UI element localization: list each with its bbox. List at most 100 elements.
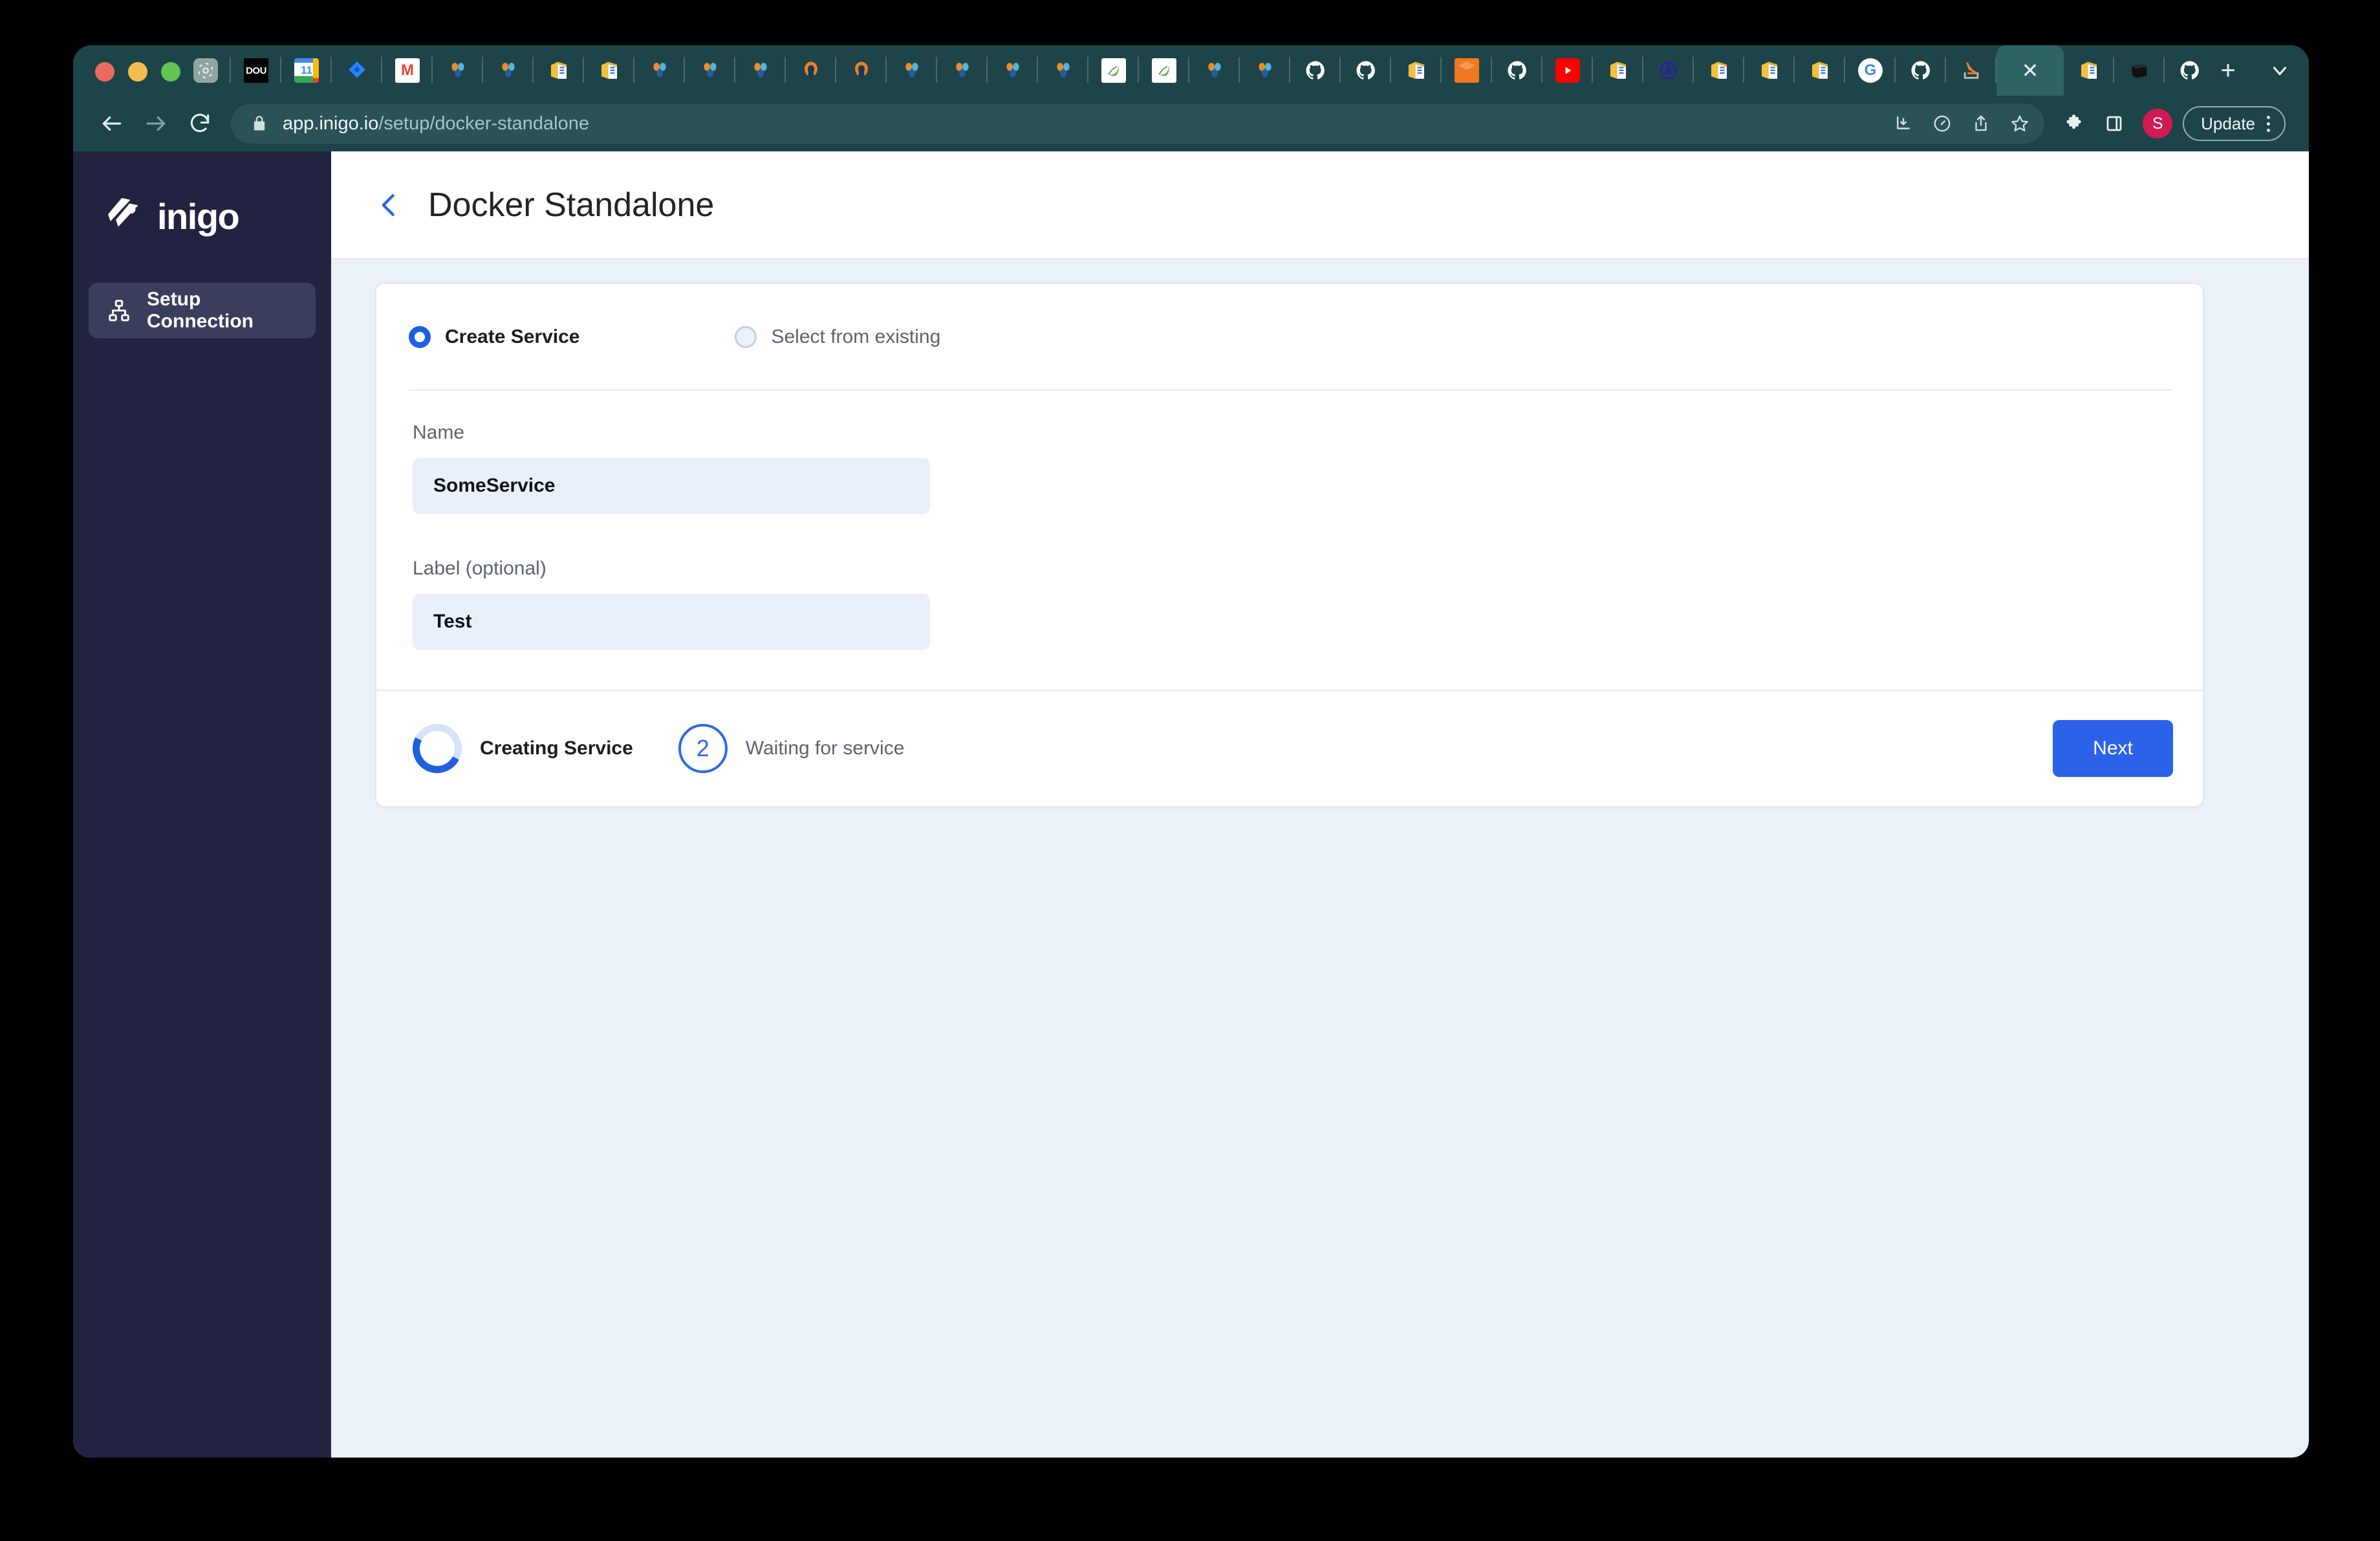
update-button-label: Update — [2201, 113, 2255, 133]
browser-tab[interactable]: ✕ — [1492, 45, 1542, 96]
grafana-icon — [446, 58, 470, 83]
minimize-window-button[interactable] — [128, 62, 147, 82]
grafana-icon — [698, 58, 722, 83]
browser-tab[interactable]: ✕ — [685, 45, 735, 96]
browser-tab[interactable]: ✕ — [1694, 45, 1744, 96]
step-creating-service: Creating Service — [406, 717, 633, 780]
browser-tab[interactable]: DOU✕ — [231, 45, 281, 96]
page-title: Docker Standalone — [428, 186, 715, 224]
browser-tab[interactable]: ✕ — [1088, 45, 1139, 96]
browser-tab[interactable]: ✕ — [1946, 45, 1996, 96]
bookmark-star-icon[interactable] — [2002, 105, 2038, 142]
sidebar-item-label: Setup Connection — [147, 289, 254, 332]
browser-tab[interactable]: ✕ — [1290, 45, 1341, 96]
main-content: Docker Standalone Create Service Select — [331, 151, 2309, 1458]
leaf-icon — [1152, 58, 1176, 83]
browser-tab[interactable]: ✕ — [433, 45, 483, 96]
browser-tab[interactable]: ✕ — [937, 45, 988, 96]
browser-tab[interactable]: ✕ — [1896, 45, 1946, 96]
grafana-icon — [748, 58, 773, 83]
browser-tab[interactable]: ✕ — [483, 45, 534, 96]
new-tab-button[interactable]: + — [2205, 45, 2251, 96]
browser-tab[interactable]: ✕ — [1643, 45, 1694, 96]
radio-indicator-unselected[interactable] — [735, 326, 757, 348]
browser-tab[interactable]: ✕ — [1391, 45, 1442, 96]
browser-tab[interactable]: ✕ — [1795, 45, 1845, 96]
browser-tab[interactable]: ✕ — [2064, 45, 2114, 96]
name-input[interactable] — [413, 458, 930, 514]
forward-arrow-icon[interactable] — [134, 102, 178, 146]
install-app-icon[interactable] — [1885, 105, 1921, 142]
browser-menu-icon[interactable] — [2263, 115, 2274, 132]
browser-tab[interactable]: G✕ — [1845, 45, 1896, 96]
browser-tab[interactable]: ✕ — [988, 45, 1038, 96]
inigo-logo-mark-icon — [105, 197, 146, 237]
box-icon — [1757, 58, 1782, 83]
browser-tab[interactable]: ✕ — [1139, 45, 1189, 96]
url-host: app.inigo.io — [283, 113, 379, 134]
page-body: Create Service Select from existing Name — [331, 259, 2309, 1458]
app-sidebar: inigo Setup Connection — [73, 151, 331, 1458]
box-icon — [2077, 58, 2101, 83]
label-input[interactable] — [413, 594, 930, 650]
tab-list: ✕DOU✕11✕✕M✕✕✕✕✕✕✕✕✕✕✕✕✕✕✕✕✕✕✕✕✕✕✕✕✕✕✕✕✕G… — [180, 45, 2205, 96]
extensions-puzzle-icon[interactable] — [2056, 105, 2092, 142]
tab-search-chevron-down-icon[interactable] — [2251, 45, 2309, 96]
box-icon — [546, 58, 571, 83]
browser-tab[interactable]: ✕ — [180, 45, 231, 96]
maximize-window-button[interactable] — [161, 62, 180, 82]
browser-tab[interactable]: 11✕ — [281, 45, 332, 96]
browser-tab[interactable]: ✕ — [534, 45, 584, 96]
sitemap-icon — [107, 298, 131, 323]
service-mode-radio-group: Create Service Select from existing — [376, 314, 2203, 360]
sidebar-item-setup-connection[interactable]: Setup Connection — [89, 283, 316, 338]
browser-tab[interactable]: ✕ — [836, 45, 887, 96]
radio-option-select-existing[interactable]: Select from existing — [735, 326, 940, 348]
browser-tab[interactable]: ✕ — [1341, 45, 1391, 96]
back-arrow-icon[interactable] — [90, 102, 134, 146]
grafana-icon — [900, 58, 924, 83]
page-viewport: inigo Setup Connection Docker Standalone… — [73, 151, 2309, 1458]
browser-tab[interactable]: ✕ — [735, 45, 786, 96]
browser-tab[interactable]: ✕ — [1542, 45, 1593, 96]
dou-icon: DOU — [244, 58, 268, 83]
address-bar[interactable]: app.inigo.io/setup/docker-standalone — [231, 104, 2045, 144]
next-button[interactable]: Next — [2053, 720, 2173, 777]
browser-tab[interactable]: ✕ — [1038, 45, 1088, 96]
browser-tab[interactable]: ✕ — [332, 45, 382, 96]
atlas-icon — [1656, 58, 1681, 83]
inigo-logo[interactable]: inigo — [89, 151, 316, 237]
reload-icon[interactable] — [178, 102, 222, 146]
chevron-left-icon[interactable] — [375, 191, 404, 219]
box-icon — [1606, 58, 1630, 83]
browser-tab[interactable]: ✕ — [1744, 45, 1795, 96]
browser-tab[interactable]: ✕ — [1593, 45, 1643, 96]
browser-tab[interactable]: ✕ — [1442, 45, 1492, 96]
performance-gauge-icon[interactable] — [1924, 105, 1960, 142]
share-icon[interactable] — [1963, 105, 1999, 142]
browser-tab[interactable]: ✕ — [887, 45, 937, 96]
browser-tab[interactable]: ✕ — [634, 45, 685, 96]
browser-tab[interactable]: ✕ — [2165, 45, 2205, 96]
close-window-button[interactable] — [95, 62, 114, 82]
side-panel-icon[interactable] — [2096, 105, 2132, 142]
grafana-icon — [1202, 58, 1227, 83]
close-tab-icon[interactable]: ✕ — [2022, 60, 2039, 81]
browser-tab[interactable]: ✕ — [1189, 45, 1240, 96]
browser-toolbar: app.inigo.io/setup/docker-standalone S U… — [73, 96, 2309, 151]
browser-tab[interactable]: ✕ — [584, 45, 634, 96]
step-number-badge: 2 — [678, 724, 728, 773]
grafana-icon — [1253, 58, 1277, 83]
browser-tab[interactable]: ✕ — [2114, 45, 2165, 96]
profile-avatar[interactable]: S — [2143, 109, 2173, 138]
update-button[interactable]: Update — [2183, 106, 2286, 141]
step-label-waiting-for-service: Waiting for service — [745, 738, 905, 759]
card-top: Create Service Select from existing Name — [376, 284, 2203, 690]
browser-tab[interactable]: ✕ — [1240, 45, 1290, 96]
browser-tab[interactable]: ✕ — [786, 45, 836, 96]
box-icon — [1808, 58, 1832, 83]
radio-option-create-service[interactable]: Create Service — [409, 326, 579, 348]
radio-indicator-selected[interactable] — [409, 326, 431, 348]
browser-tab-active[interactable]: ✕ — [1996, 45, 2064, 96]
browser-tab[interactable]: M✕ — [382, 45, 433, 96]
